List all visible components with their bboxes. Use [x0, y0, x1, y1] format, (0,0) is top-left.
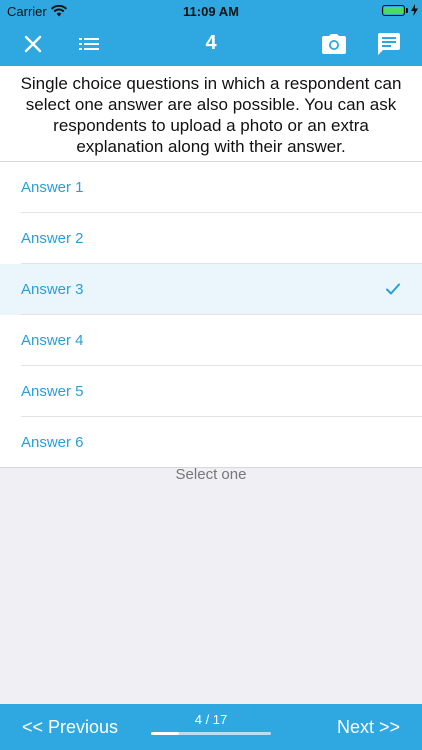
top-bar: Carrier 11:09 AM 4	[0, 0, 422, 66]
nav-bar: 4	[0, 22, 422, 66]
progress-bar	[151, 732, 271, 735]
answer-label: Answer 1	[21, 179, 84, 196]
list-button[interactable]	[75, 30, 103, 58]
close-button[interactable]	[19, 30, 47, 58]
bottom-bar: << Previous 4 / 17 Next >>	[0, 704, 422, 750]
comment-icon	[378, 33, 400, 55]
answer-option-5[interactable]: Answer 5	[0, 366, 422, 417]
answer-option-6[interactable]: Answer 6	[0, 417, 422, 468]
answer-option-2[interactable]: Answer 2	[0, 213, 422, 264]
answer-list: Answer 1 Answer 2 Answer 3 Answer 4 Answ…	[0, 162, 422, 468]
answer-label: Answer 6	[21, 434, 84, 451]
answer-label: Answer 4	[21, 332, 84, 349]
next-button[interactable]: Next >>	[337, 717, 400, 738]
page-title: 4	[205, 32, 217, 54]
comment-button[interactable]	[375, 30, 403, 58]
answer-label: Answer 3	[21, 281, 84, 298]
status-bar: Carrier 11:09 AM	[0, 0, 422, 22]
list-icon	[79, 38, 99, 50]
answer-label: Answer 5	[21, 383, 84, 400]
clock: 11:09 AM	[183, 4, 239, 19]
question-text: Single choice questions in which a respo…	[0, 66, 422, 162]
answer-option-3[interactable]: Answer 3	[0, 264, 422, 315]
select-hint: Select one	[175, 466, 247, 483]
previous-button[interactable]: << Previous	[22, 717, 118, 738]
camera-icon	[322, 34, 346, 54]
answer-option-1[interactable]: Answer 1	[0, 162, 422, 213]
battery-tip	[406, 8, 408, 13]
progress-fill	[151, 732, 180, 735]
battery-icon	[382, 5, 405, 16]
progress-label: 4 / 17	[194, 712, 228, 727]
camera-button[interactable]	[320, 30, 348, 58]
checkmark-icon	[386, 282, 400, 299]
answer-option-4[interactable]: Answer 4	[0, 315, 422, 366]
charging-icon	[411, 4, 418, 19]
close-icon	[24, 35, 42, 53]
answer-label: Answer 2	[21, 230, 84, 247]
